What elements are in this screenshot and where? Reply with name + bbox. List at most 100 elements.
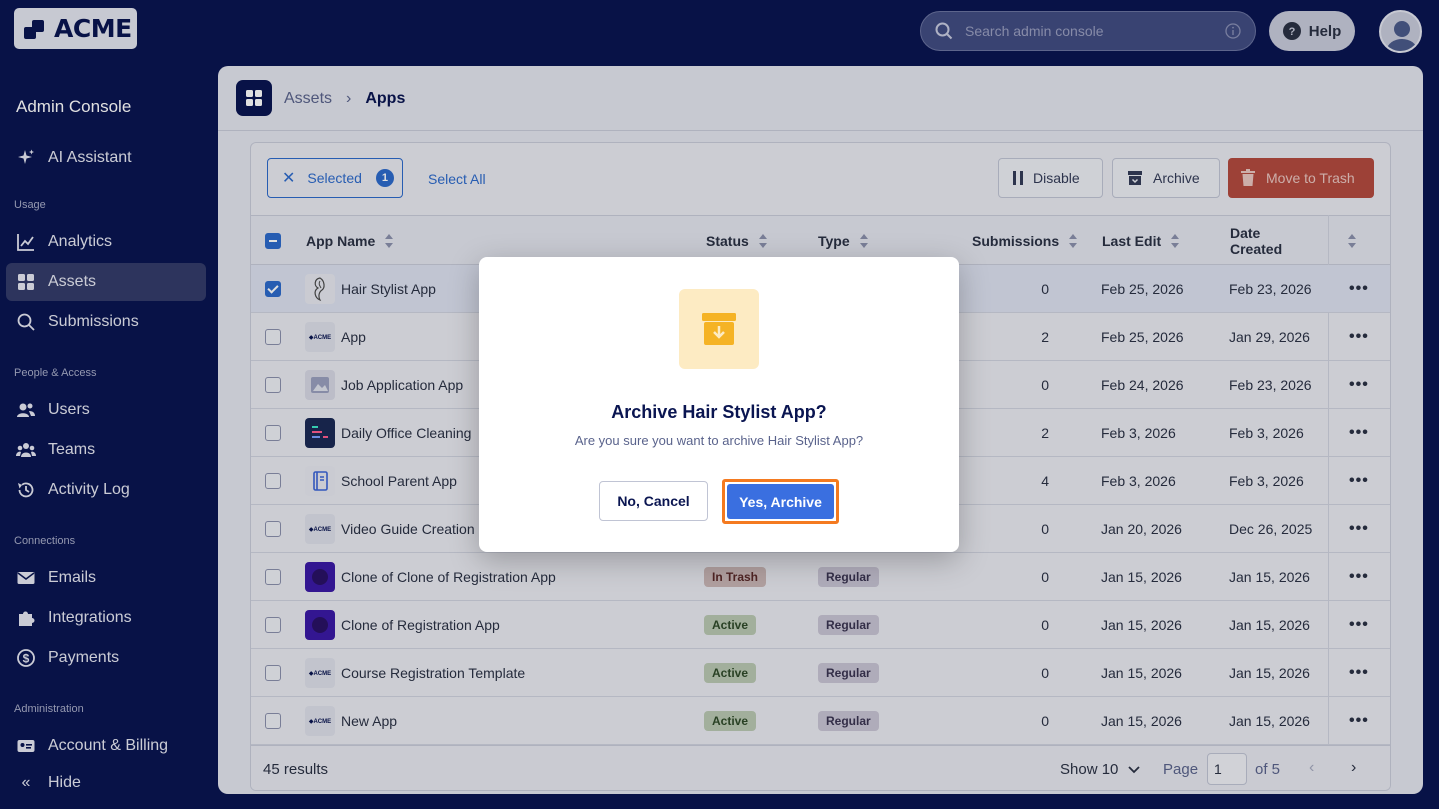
submissions-count: 2	[1041, 329, 1049, 345]
sidebar-item-submissions[interactable]: Submissions	[6, 303, 206, 341]
row-more-actions-icon[interactable]: •••	[1349, 553, 1369, 601]
sidebar-item-label: AI Assistant	[48, 149, 132, 166]
app-name-cell[interactable]: ◆ACME Video Guide Creation	[305, 505, 475, 553]
sidebar-item-account-billing[interactable]: Account & Billing	[6, 727, 206, 765]
page-input[interactable]	[1207, 753, 1247, 785]
app-name-cell[interactable]: Job Application App	[305, 361, 463, 409]
table-footer: 45 results Show 10 Page of 5 ‹ ›	[251, 745, 1390, 790]
selected-clear-button[interactable]: ✕ Selected 1	[267, 158, 403, 198]
sidebar-item-emails[interactable]: Emails	[6, 559, 206, 597]
app-name-cell[interactable]: Clone of Registration App	[305, 601, 500, 649]
disable-button[interactable]: Disable	[998, 158, 1103, 198]
app-name-cell[interactable]: Daily Office Cleaning	[305, 409, 471, 457]
date-created: Jan 29, 2026	[1229, 329, 1310, 345]
sort-icon	[1069, 234, 1078, 248]
submissions-count: 0	[1041, 377, 1049, 393]
sidebar-item-activity-log[interactable]: Activity Log	[6, 471, 206, 509]
row-checkbox[interactable]	[265, 569, 281, 585]
col-label: Date Created	[1230, 225, 1282, 257]
sidebar-item-ai-assistant[interactable]: AI Assistant	[6, 139, 206, 177]
apps-grid-icon	[236, 80, 272, 116]
next-page-button[interactable]: ›	[1351, 759, 1356, 777]
row-more-actions-icon[interactable]: •••	[1349, 697, 1369, 745]
row-more-actions-icon[interactable]: •••	[1349, 409, 1369, 457]
row-more-actions-icon[interactable]: •••	[1349, 601, 1369, 649]
col-submissions[interactable]: Submissions	[972, 216, 1078, 266]
col-app-name[interactable]: App Name	[306, 216, 394, 266]
row-more-actions-icon[interactable]: •••	[1349, 457, 1369, 505]
archive-confirm-dialog: Archive Hair Stylist App? Are you sure y…	[479, 257, 959, 552]
acme-logo[interactable]: ACME	[14, 8, 137, 49]
date-created: Jan 15, 2026	[1229, 617, 1310, 633]
row-checkbox[interactable]	[265, 665, 281, 681]
app-name-cell[interactable]: ◆ACME App	[305, 313, 366, 361]
chevron-right-icon: ›	[346, 90, 352, 107]
sidebar-item-assets[interactable]: Assets	[6, 263, 206, 301]
cancel-button[interactable]: No, Cancel	[599, 481, 708, 521]
app-name-cell[interactable]: ◆ACME Course Registration Template	[305, 649, 525, 697]
app-name: Clone of Registration App	[341, 617, 500, 633]
user-avatar[interactable]	[1379, 10, 1422, 53]
row-checkbox[interactable]	[265, 425, 281, 441]
page-size-select[interactable]: Show 10	[1060, 761, 1141, 778]
search-input[interactable]	[965, 23, 1213, 39]
sort-icon	[859, 234, 869, 248]
app-name-cell[interactable]: Hair Stylist App	[305, 265, 436, 313]
table-row[interactable]: ◆ACME Course Registration Template Active R…	[251, 649, 1390, 697]
id-card-icon	[17, 740, 35, 752]
sparkle-icon	[18, 149, 34, 164]
page-total: of 5	[1255, 761, 1281, 778]
last-edit-date: Jan 15, 2026	[1101, 569, 1182, 585]
breadcrumb-assets-link[interactable]: Assets	[284, 90, 332, 108]
sidebar-item-teams[interactable]: Teams	[6, 431, 206, 469]
sidebar-section-usage: Usage	[14, 199, 46, 211]
app-name-cell[interactable]: Clone of Clone of Registration App	[305, 553, 556, 601]
app-name: Job Application App	[341, 377, 464, 393]
confirm-archive-button[interactable]: Yes, Archive	[727, 484, 834, 519]
row-more-actions-icon[interactable]: •••	[1349, 649, 1369, 697]
sidebar-item-label: Assets	[48, 273, 97, 290]
sidebar-item-analytics[interactable]: Analytics	[6, 223, 206, 261]
submissions-count: 2	[1041, 425, 1049, 441]
move-to-trash-button[interactable]: Move to Trash	[1228, 158, 1374, 198]
app-name: Clone of Clone of Registration App	[341, 569, 556, 585]
row-checkbox[interactable]	[265, 521, 281, 537]
app-name-cell[interactable]: ◆ACME New App	[305, 697, 397, 745]
row-more-actions-icon[interactable]: •••	[1349, 265, 1369, 313]
select-all-checkbox[interactable]	[265, 233, 281, 249]
row-checkbox[interactable]	[265, 617, 281, 633]
row-checkbox[interactable]	[265, 329, 281, 345]
search-bar[interactable]	[920, 11, 1256, 51]
col-date-created[interactable]: Date Created	[1230, 216, 1357, 266]
last-edit-date: Jan 15, 2026	[1101, 617, 1182, 633]
table-row[interactable]: ◆ACME New App Active Regular 0 Jan 15, 2026 Ja…	[251, 697, 1390, 745]
type-badge: Regular	[818, 663, 879, 683]
row-checkbox[interactable]	[265, 281, 281, 297]
col-label-line2: Created	[1230, 241, 1283, 257]
table-row[interactable]: Clone of Clone of Registration App In Tra…	[251, 553, 1390, 601]
chevron-down-icon	[1128, 765, 1141, 773]
info-icon[interactable]	[1225, 23, 1241, 39]
archive-button[interactable]: Archive	[1112, 158, 1220, 198]
prev-page-button[interactable]: ‹	[1309, 759, 1314, 777]
sidebar-section-people: People & Access	[14, 367, 97, 379]
row-more-actions-icon[interactable]: •••	[1349, 313, 1369, 361]
row-checkbox[interactable]	[265, 473, 281, 489]
archive-label: Archive	[1153, 170, 1200, 186]
row-checkbox[interactable]	[265, 713, 281, 729]
notebook-icon	[305, 466, 335, 496]
sidebar-hide-button[interactable]: « Hide	[6, 764, 206, 802]
row-more-actions-icon[interactable]: •••	[1349, 505, 1369, 553]
app-name-cell[interactable]: School Parent App	[305, 457, 457, 505]
row-more-actions-icon[interactable]: •••	[1349, 361, 1369, 409]
sidebar-item-users[interactable]: Users	[6, 391, 206, 429]
table-row[interactable]: Clone of Registration App Active Regular 0 J…	[251, 601, 1390, 649]
status-cell: Active	[704, 697, 757, 745]
sidebar-item-payments[interactable]: $ Payments	[6, 639, 206, 677]
row-checkbox[interactable]	[265, 377, 281, 393]
sidebar-item-integrations[interactable]: Integrations	[6, 599, 206, 637]
user-avatar-icon	[1387, 21, 1417, 51]
help-button[interactable]: ? Help	[1269, 11, 1355, 51]
col-last-edit[interactable]: Last Edit	[1102, 216, 1180, 266]
select-all-link[interactable]: Select All	[428, 171, 486, 187]
